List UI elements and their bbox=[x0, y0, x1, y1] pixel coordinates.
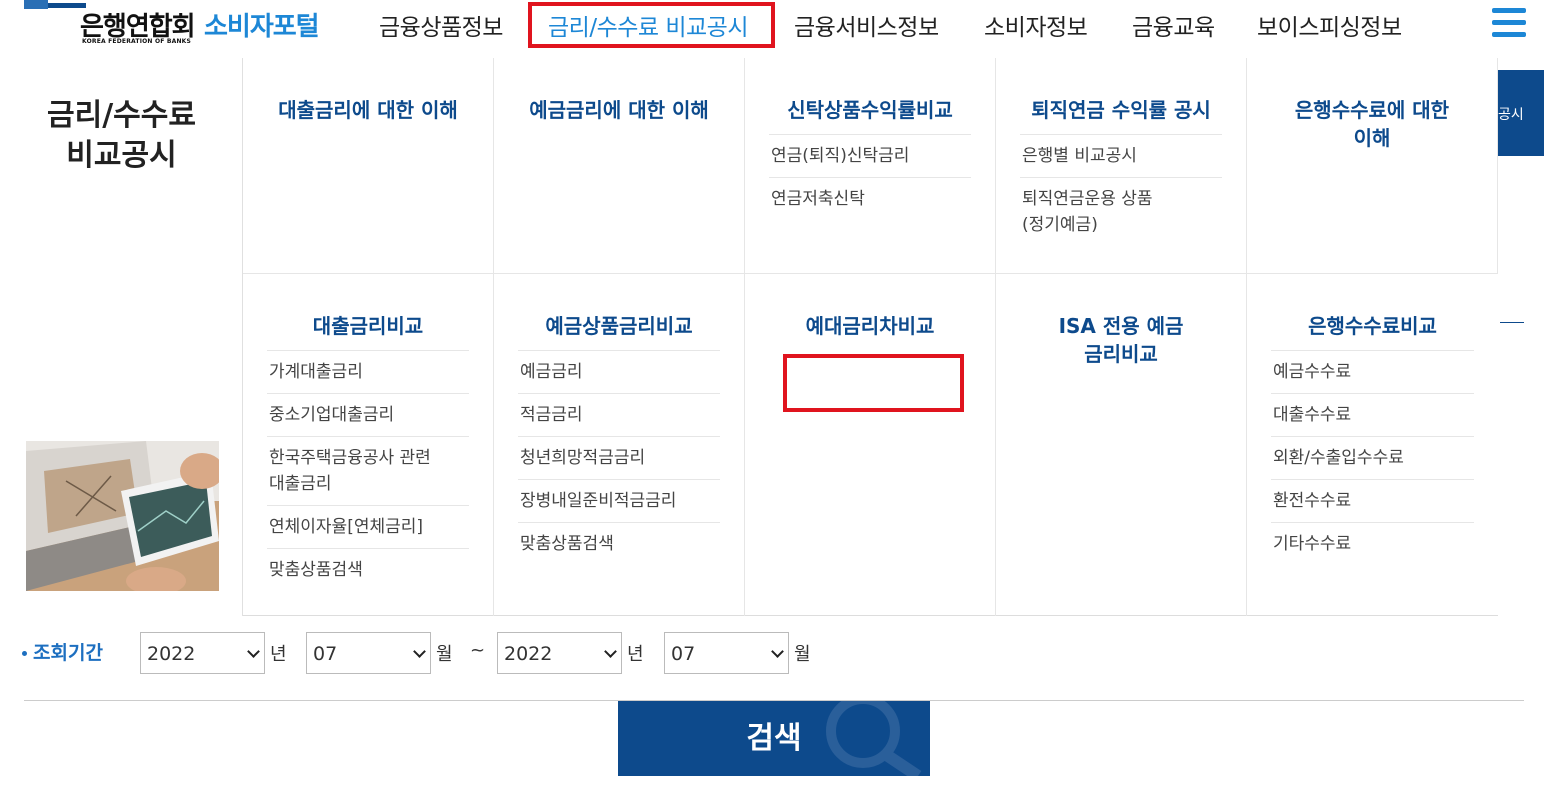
chevron-down-icon bbox=[771, 645, 784, 658]
menu-title-deposit-rate-compare[interactable]: 예금상품금리비교 bbox=[518, 312, 720, 351]
highlight-box-spread bbox=[783, 354, 964, 412]
chevron-down-icon bbox=[413, 645, 426, 658]
menu-cell-isa-rate: ISA 전용 예금 금리비교 bbox=[996, 274, 1247, 616]
logo-english-name: KOREA FEDERATION OF BANKS bbox=[82, 38, 192, 45]
menu-title-isa-rate-line2: 금리비교 bbox=[1084, 342, 1158, 366]
menu-title-deposit-rate-guide[interactable]: 예금금리에 대한 이해 bbox=[518, 96, 720, 134]
menu-item-pension-products-line2: (정기예금) bbox=[1022, 215, 1098, 235]
side-divider bbox=[1500, 322, 1524, 323]
mega-menu: 금리/수수료 비교공시 대출금리에 대한 이해 예금금리에 대한 이해 신탁상품… bbox=[0, 58, 1498, 616]
menu-item-pension-products-line1: 퇴직연금운용 상품 bbox=[1022, 189, 1153, 209]
menu-title-bank-fee-guide[interactable]: 은행수수료에 대한 이해 bbox=[1271, 96, 1473, 162]
menu-item-soldier-savings-rate[interactable]: 장병내일준비적금금리 bbox=[518, 480, 720, 523]
menu-title-retirement-pension[interactable]: 퇴직연금 수익률 공시 bbox=[1020, 96, 1222, 135]
menu-title-loan-deposit-spread[interactable]: 예대금리차비교 bbox=[769, 312, 971, 350]
logo-portal-name: 소비자포털 bbox=[204, 12, 320, 42]
menu-cell-bank-fee-compare: 은행수수료비교 예금수수료 대출수수료 외환/수출입수수료 환전수수료 기타수수… bbox=[1247, 274, 1498, 616]
menu-title-bank-fee-compare[interactable]: 은행수수료비교 bbox=[1271, 312, 1474, 351]
menu-item-overdue-rate[interactable]: 연체이자율[연체금리] bbox=[267, 506, 469, 549]
logo-mark-icon bbox=[24, 0, 86, 14]
mega-menu-side: 금리/수수료 비교공시 bbox=[0, 58, 243, 616]
menu-title-bank-fee-guide-line2: 이해 bbox=[1353, 126, 1391, 150]
menu-item-deposit-fee[interactable]: 예금수수료 bbox=[1271, 351, 1474, 394]
menu-item-youth-savings-rate[interactable]: 청년희망적금금리 bbox=[518, 437, 720, 480]
menu-item-deposit-rate[interactable]: 예금금리 bbox=[518, 351, 720, 394]
menu-item-fx-trade-fee[interactable]: 외환/수출입수수료 bbox=[1271, 437, 1474, 480]
menu-item-pension-trust-rate[interactable]: 연금(퇴직)신탁금리 bbox=[769, 135, 971, 178]
menu-title-isa-rate[interactable]: ISA 전용 예금 금리비교 bbox=[1020, 312, 1222, 378]
menu-cell-retirement-pension: 퇴직연금 수익률 공시 은행별 비교공시 퇴직연금운용 상품 (정기예금) bbox=[996, 58, 1247, 274]
side-tab-label: 공시 bbox=[1498, 107, 1524, 123]
mega-title-line1: 금리/수수료 bbox=[47, 98, 196, 133]
from-year-select[interactable]: 2022 bbox=[140, 632, 265, 674]
menu-cell-loan-deposit-spread: 예대금리차비교 bbox=[745, 274, 996, 616]
menu-item-household-loan-rate[interactable]: 가계대출금리 bbox=[267, 351, 469, 394]
menu-item-custom-search-loan[interactable]: 맞춤상품검색 bbox=[267, 549, 469, 591]
unit-year-2: 년 bbox=[627, 644, 644, 665]
menu-cell-loan-rate-compare: 대출금리비교 가계대출금리 중소기업대출금리 한국주택금융공사 관련 대출금리 … bbox=[243, 274, 494, 616]
to-year-select[interactable]: 2022 bbox=[497, 632, 622, 674]
range-tilde: ~ bbox=[470, 640, 486, 661]
from-month-select[interactable]: 07 bbox=[306, 632, 431, 674]
menu-item-hf-loan-rate[interactable]: 한국주택금융공사 관련 대출금리 bbox=[267, 437, 469, 506]
nav-financial-products[interactable]: 금융상품정보 bbox=[379, 8, 503, 42]
chevron-down-icon bbox=[604, 645, 617, 658]
nav-financial-services[interactable]: 금융서비스정보 bbox=[794, 8, 939, 42]
menu-item-exchange-fee[interactable]: 환전수수료 bbox=[1271, 480, 1474, 523]
period-label: 조회기간 bbox=[22, 638, 103, 665]
menu-item-pension-savings-trust[interactable]: 연금저축신탁 bbox=[769, 178, 971, 220]
to-month-value: 07 bbox=[671, 643, 696, 665]
menu-item-loan-fee[interactable]: 대출수수료 bbox=[1271, 394, 1474, 437]
menu-title-isa-rate-line1: ISA 전용 예금 bbox=[1058, 314, 1184, 338]
mega-title-line2: 비교공시 bbox=[66, 138, 177, 173]
menu-item-custom-search-deposit[interactable]: 맞춤상품검색 bbox=[518, 523, 720, 565]
unit-month-1: 월 bbox=[436, 644, 453, 665]
laptop-tablet-photo bbox=[26, 441, 219, 591]
menu-item-savings-rate[interactable]: 적금금리 bbox=[518, 394, 720, 437]
menu-cell-deposit-rate-compare: 예금상품금리비교 예금금리 적금금리 청년희망적금금리 장병내일준비적금금리 맞… bbox=[494, 274, 745, 616]
menu-title-loan-rate-compare[interactable]: 대출금리비교 bbox=[267, 312, 469, 351]
menu-title-bank-fee-guide-line1: 은행수수료에 대한 bbox=[1294, 98, 1450, 122]
menu-cell-bank-fee-guide: 은행수수료에 대한 이해 bbox=[1247, 58, 1498, 274]
nav-voice-phishing[interactable]: 보이스피싱정보 bbox=[1257, 8, 1402, 42]
from-month-value: 07 bbox=[313, 643, 338, 665]
hamburger-icon[interactable] bbox=[1492, 8, 1526, 42]
from-year-value: 2022 bbox=[147, 643, 196, 665]
search-button-label: 검색 bbox=[746, 721, 802, 756]
period-label-text: 조회기간 bbox=[33, 642, 103, 664]
menu-cell-deposit-rate-guide: 예금금리에 대한 이해 bbox=[494, 58, 745, 274]
chevron-down-icon bbox=[247, 645, 260, 658]
menu-item-hf-loan-rate-line2: 대출금리 bbox=[269, 474, 332, 494]
mega-menu-title: 금리/수수료 비교공시 bbox=[0, 96, 243, 176]
unit-year-1: 년 bbox=[270, 644, 287, 665]
menu-item-other-fee[interactable]: 기타수수료 bbox=[1271, 523, 1474, 565]
menu-cell-loan-rate-guide: 대출금리에 대한 이해 bbox=[243, 58, 494, 274]
site-logo[interactable]: 은행연합회 KOREA FEDERATION OF BANKS 소비자포털 bbox=[24, 0, 344, 50]
to-month-select[interactable]: 07 bbox=[664, 632, 789, 674]
to-year-value: 2022 bbox=[504, 643, 553, 665]
menu-cell-trust-yield: 신탁상품수익률비교 연금(퇴직)신탁금리 연금저축신탁 bbox=[745, 58, 996, 274]
search-button[interactable]: 검색 bbox=[618, 701, 930, 776]
nav-financial-education[interactable]: 금융교육 bbox=[1132, 8, 1215, 42]
menu-item-hf-loan-rate-line1: 한국주택금융공사 관련 bbox=[269, 448, 431, 468]
nav-consumer-info[interactable]: 소비자정보 bbox=[984, 8, 1088, 42]
highlight-box-nav bbox=[528, 2, 775, 48]
menu-item-sme-loan-rate[interactable]: 중소기업대출금리 bbox=[267, 394, 469, 437]
magnifier-watermark-icon bbox=[826, 701, 922, 776]
site-header: 은행연합회 KOREA FEDERATION OF BANKS 소비자포털 금융… bbox=[0, 0, 1544, 58]
menu-title-trust-yield[interactable]: 신탁상품수익률비교 bbox=[769, 96, 971, 135]
menu-item-pension-products[interactable]: 퇴직연금운용 상품 (정기예금) bbox=[1020, 178, 1222, 246]
menu-title-loan-rate-guide[interactable]: 대출금리에 대한 이해 bbox=[267, 96, 469, 134]
unit-month-2: 월 bbox=[794, 644, 811, 665]
menu-item-bank-comparison[interactable]: 은행별 비교공시 bbox=[1020, 135, 1222, 178]
